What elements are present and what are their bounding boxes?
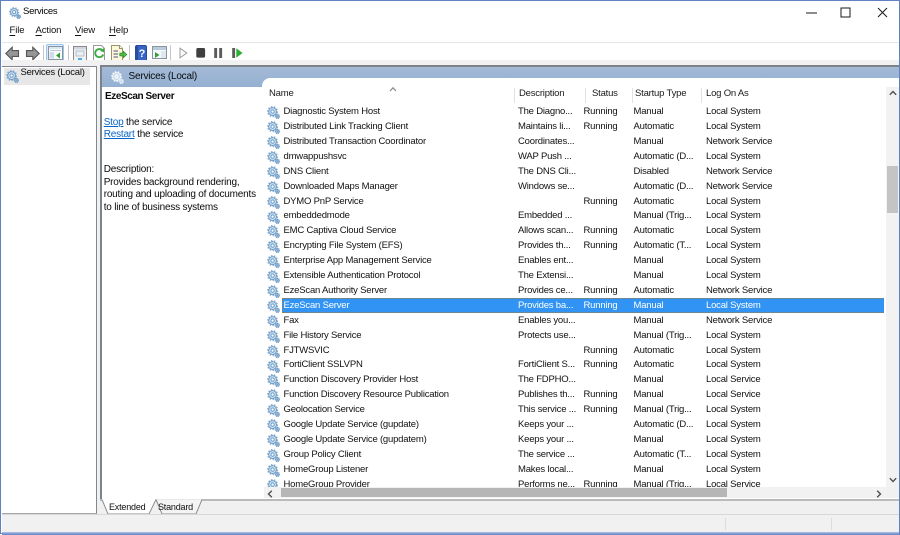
- svg-text:?: ?: [139, 48, 146, 60]
- svg-text:Extended: Extended: [109, 502, 146, 512]
- svg-text:Standard: Standard: [158, 502, 193, 512]
